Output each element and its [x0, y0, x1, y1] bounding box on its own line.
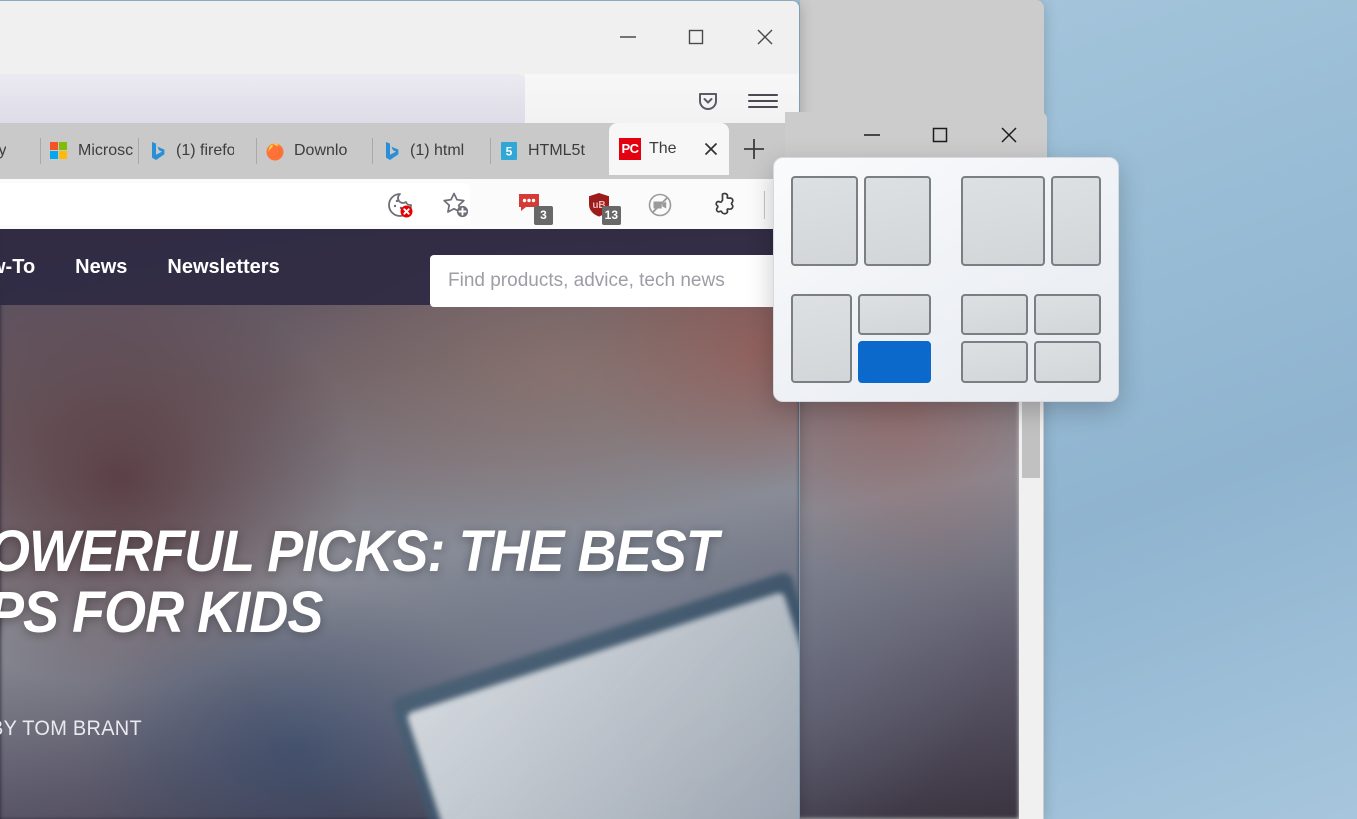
app-menu-icon[interactable]	[748, 87, 778, 115]
nav-link-news[interactable]: News	[75, 256, 127, 279]
browser-tab[interactable]: 5 HTML5t	[490, 128, 602, 174]
pocket-icon[interactable]	[692, 87, 724, 115]
browser-tab[interactable]: (1) firefo	[138, 128, 238, 174]
headline-line-1: OWERFUL PICKS: THE BEST	[0, 519, 719, 584]
browser-nav-panel	[0, 74, 526, 123]
snap-zone[interactable]	[961, 176, 1046, 266]
page-content: w-To News Newsletters OWERFUL PICKS: THE…	[0, 229, 799, 819]
headline-line-2: PS FOR KIDS	[0, 580, 323, 646]
toolbar-divider	[764, 191, 765, 219]
snap-layouts-flyout[interactable]	[773, 157, 1119, 402]
tab-label: The	[649, 140, 677, 157]
cookie-blocked-icon[interactable]	[380, 187, 420, 223]
svg-text:5: 5	[506, 145, 513, 159]
article-byline: BY TOM BRANT	[0, 717, 142, 740]
badge-count: 3	[534, 206, 553, 225]
tab-label: (1) html	[410, 142, 465, 159]
snap-zone[interactable]	[1034, 341, 1101, 383]
window-close-button[interactable]	[730, 1, 799, 73]
tab-separator	[372, 138, 373, 164]
badge-count: 13	[601, 206, 621, 225]
article-headline: OWERFUL PICKS: THE BEST PS FOR KIDS	[0, 521, 732, 644]
tab-label: Downlo	[294, 142, 348, 159]
snap-zone[interactable]	[857, 293, 931, 336]
snap-host-minimize-button[interactable]	[849, 112, 895, 158]
adblock-extension-icon[interactable]: 3	[510, 187, 553, 225]
bing-icon	[146, 140, 168, 162]
snap-zone[interactable]	[864, 176, 931, 266]
camera-off-icon[interactable]	[640, 187, 680, 223]
site-search-box[interactable]: Find products, advice, tech news	[430, 255, 799, 307]
snap-option-two-columns-wide-left[interactable]	[961, 176, 1101, 266]
tab-separator	[256, 138, 257, 164]
snap-host-close-button[interactable]	[986, 112, 1032, 158]
snap-zone[interactable]	[961, 293, 1028, 336]
pcmag-icon: PC	[619, 138, 641, 160]
snap-option-four-quadrants[interactable]	[961, 293, 1101, 383]
tab-separator	[490, 138, 491, 164]
html5-icon: 5	[498, 140, 520, 162]
tab-label: lay	[0, 142, 6, 160]
snap-zone[interactable]	[961, 341, 1028, 383]
tab-separator	[138, 138, 139, 164]
snap-zone[interactable]	[791, 293, 852, 383]
window-maximize-button[interactable]	[661, 1, 730, 73]
close-icon[interactable]	[699, 137, 723, 161]
bookmark-star-add-icon[interactable]	[436, 187, 476, 223]
browser-tab-active[interactable]: PC The	[609, 123, 729, 175]
snap-option-left-plus-stacked-right[interactable]	[791, 293, 931, 383]
browser-tab[interactable]: Downlo	[256, 128, 360, 174]
tab-label: (1) firefo	[176, 142, 234, 159]
firefox-browser-window: lay Microsc (1) firefo	[0, 0, 800, 819]
nav-link-how-to[interactable]: w-To	[0, 256, 35, 279]
snap-zone[interactable]	[1051, 176, 1101, 266]
microsoft-icon	[48, 140, 70, 162]
bing-icon	[380, 140, 402, 162]
nav-link-newsletters[interactable]: Newsletters	[167, 256, 279, 279]
snap-host-maximize-button[interactable]	[917, 112, 963, 158]
snap-zone[interactable]	[1034, 293, 1101, 336]
window-minimize-button[interactable]	[593, 1, 662, 73]
ublock-shield-icon[interactable]: uB 13	[578, 187, 621, 225]
new-tab-button[interactable]	[736, 131, 772, 167]
snap-zone[interactable]	[791, 176, 858, 266]
firefox-icon	[264, 140, 286, 162]
browser-tab[interactable]: (1) html	[372, 128, 482, 174]
browser-tab[interactable]: Microsc	[40, 128, 138, 174]
snap-zone-selected[interactable]	[857, 341, 931, 383]
tab-label: HTML5t	[528, 142, 585, 159]
tab-separator	[40, 138, 41, 164]
tab-label: Microsc	[78, 142, 134, 159]
snap-option-two-columns-equal[interactable]	[791, 176, 931, 266]
search-input-placeholder: Find products, advice, tech news	[448, 270, 725, 291]
extensions-puzzle-icon[interactable]	[706, 187, 746, 223]
browser-tab[interactable]: lay	[0, 128, 40, 174]
page-scrollbar-thumb[interactable]	[1022, 396, 1040, 478]
